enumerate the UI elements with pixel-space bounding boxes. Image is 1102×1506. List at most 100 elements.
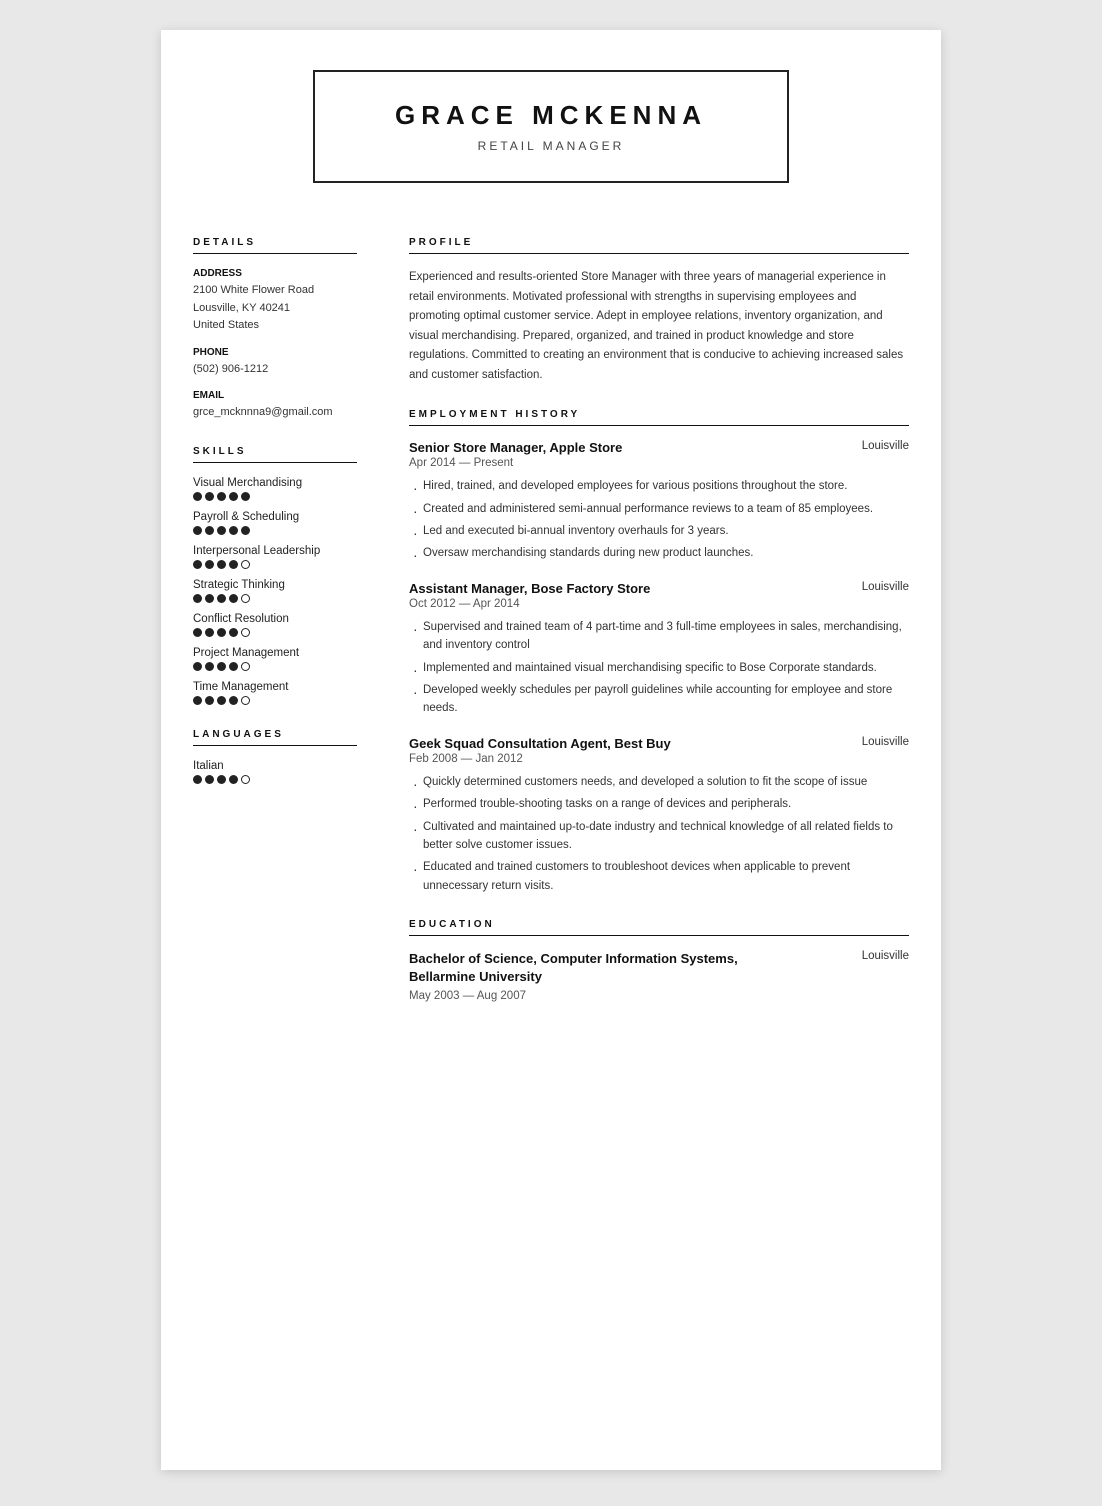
dot-filled [217,492,226,501]
job-bullet: Supervised and trained team of 4 part-ti… [409,618,909,655]
dot-filled [193,628,202,637]
job-bullet: Created and administered semi-annual per… [409,500,909,518]
job-block: Geek Squad Consultation Agent, Best BuyL… [409,736,909,895]
header-section: GRACE MCKENNA RETAIL MANAGER [161,30,941,213]
job-bullet: Implemented and maintained visual mercha… [409,659,909,677]
job-bullet: Hired, trained, and developed employees … [409,477,909,495]
dot-filled [229,696,238,705]
skill-name: Time Management [193,681,357,693]
dot-filled [217,775,226,784]
job-bullet: Oversaw merchandising standards during n… [409,544,909,562]
dot-filled [217,628,226,637]
profile-text: Experienced and results-oriented Store M… [409,268,909,385]
job-bullets: Quickly determined customers needs, and … [409,773,909,895]
dot-empty [241,594,250,603]
dot-filled [229,662,238,671]
edu-block: Bachelor of Science, Computer Informatio… [409,950,909,1001]
skill-item: Conflict Resolution [193,613,357,637]
dot-filled [229,492,238,501]
address-line2: Lousville, KY 40241 [193,300,357,318]
education-section-title: EDUCATION [409,919,909,936]
details-section-title: DETAILS [193,237,357,254]
job-block: Assistant Manager, Bose Factory StoreLou… [409,581,909,718]
skill-item: Time Management [193,681,357,705]
edu-title: Bachelor of Science, Computer Informatio… [409,950,789,986]
dot-filled [193,492,202,501]
candidate-name: GRACE MCKENNA [395,100,707,131]
dot-filled [217,560,226,569]
dot-filled [229,526,238,535]
dot-filled [193,662,202,671]
job-title: Senior Store Manager, Apple Store [409,440,622,455]
dot-filled [217,594,226,603]
edu-location: Louisville [862,950,909,962]
main-content: PROFILE Experienced and results-oriented… [381,213,941,1056]
skill-item: Payroll & Scheduling [193,511,357,535]
skill-dots [193,492,357,501]
dot-filled [217,696,226,705]
skill-name: Payroll & Scheduling [193,511,357,523]
address-line3: United States [193,317,357,335]
job-block: Senior Store Manager, Apple Store Louisvi… [409,440,909,563]
languages-section-title: LANGUAGES [193,729,357,746]
skill-dots [193,560,357,569]
job-bullets: Hired, trained, and developed employees … [409,477,909,563]
language-dots [193,775,357,784]
dot-filled [193,696,202,705]
candidate-title: RETAIL MANAGER [395,139,707,153]
skill-dots [193,696,357,705]
address-line1: 2100 White Flower Road [193,282,357,300]
job-location: Louisville [862,736,909,748]
language-item: Italian [193,760,357,784]
dot-empty [241,628,250,637]
dot-filled [229,594,238,603]
jobs-container: Senior Store Manager, Apple Store Louisvi… [409,440,909,895]
dot-filled [205,662,214,671]
email-value: grce_mcknnna9@gmail.com [193,404,357,422]
job-bullet: Educated and trained customers to troubl… [409,858,909,895]
skill-item: Strategic Thinking [193,579,357,603]
dot-empty [241,662,250,671]
job-dates: Feb 2008 — Jan 2012 [409,753,909,765]
skill-name: Project Management [193,647,357,659]
dot-filled [205,526,214,535]
skill-item: Project Management [193,647,357,671]
dot-filled [229,775,238,784]
job-bullet: Quickly determined customers needs, and … [409,773,909,791]
skill-item: Interpersonal Leadership [193,545,357,569]
dot-filled [205,775,214,784]
dot-filled [229,628,238,637]
dot-filled [205,492,214,501]
address-label: ADDRESS [193,268,357,279]
skill-name: Conflict Resolution [193,613,357,625]
skill-dots [193,662,357,671]
dot-filled [241,492,250,501]
language-name: Italian [193,760,357,772]
skill-dots [193,526,357,535]
resume-page: GRACE MCKENNA RETAIL MANAGER DETAILS ADD… [161,30,941,1470]
skill-name: Strategic Thinking [193,579,357,591]
skill-name: Interpersonal Leadership [193,545,357,557]
skills-container: Visual Merchandising Payroll & Scheduling… [193,477,357,705]
phone-label: PHONE [193,347,357,358]
skill-name: Visual Merchandising [193,477,357,489]
job-bullet: Performed trouble-shooting tasks on a ra… [409,795,909,813]
edu-dates: May 2003 — Aug 2007 [409,990,909,1002]
dot-empty [241,696,250,705]
job-dates: Oct 2012 — Apr 2014 [409,598,909,610]
job-location: Louisville [862,440,909,452]
skills-section-title: SKILLS [193,446,357,463]
dot-filled [217,526,226,535]
dot-empty [241,775,250,784]
job-header: Geek Squad Consultation Agent, Best BuyL… [409,736,909,751]
dot-filled [241,526,250,535]
dot-filled [205,696,214,705]
dot-empty [241,560,250,569]
job-header: Assistant Manager, Bose Factory StoreLou… [409,581,909,596]
job-bullets: Supervised and trained team of 4 part-ti… [409,618,909,718]
dot-filled [193,594,202,603]
languages-container: Italian [193,760,357,784]
sidebar: DETAILS ADDRESS 2100 White Flower Road L… [161,213,381,1056]
job-bullet: Cultivated and maintained up-to-date ind… [409,818,909,855]
dot-filled [193,526,202,535]
